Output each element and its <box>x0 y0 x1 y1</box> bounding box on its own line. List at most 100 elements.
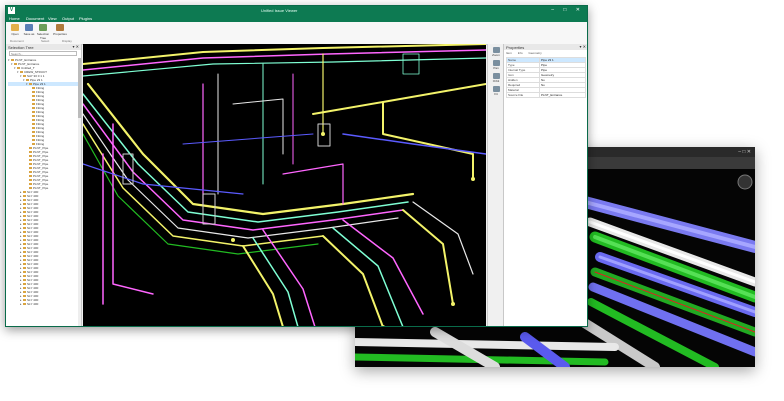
node-icon <box>32 143 35 146</box>
node-icon <box>23 211 26 214</box>
save-icon <box>25 24 33 31</box>
properties-button[interactable]: Properties <box>53 24 67 36</box>
node-icon <box>32 139 35 142</box>
pipe-model-render <box>83 44 486 326</box>
ribbon: Open Save as Selection Tree Properties D… <box>6 22 587 45</box>
node-icon <box>11 59 14 62</box>
ribbon-group-document: Document <box>10 39 24 43</box>
tree-row-label: SLY 400 <box>27 302 39 306</box>
node-icon <box>29 151 32 154</box>
node-icon <box>14 63 17 66</box>
node-icon <box>23 239 26 242</box>
properties-tabs: Item Info Geometry <box>506 51 547 55</box>
3d-viewport[interactable] <box>83 44 486 326</box>
node-icon <box>23 275 26 278</box>
node-icon <box>32 107 35 110</box>
selection-tree-panel: Selection Tree ▾ ✕ ▾PLNT_Entrance▾PLNT_E… <box>6 44 82 326</box>
fit-button[interactable]: Fit <box>490 86 502 96</box>
node-icon <box>23 191 26 194</box>
tab-item[interactable]: Item <box>506 51 512 55</box>
node-icon <box>32 115 35 118</box>
node-icon <box>32 95 35 98</box>
menu-plugins[interactable]: Plugins <box>79 16 92 21</box>
main-app-window: V Unified Issue Viewer – □ ✕ Home Docume… <box>5 5 588 327</box>
menu-view[interactable]: View <box>48 16 57 21</box>
node-icon <box>23 243 26 246</box>
tree-row[interactable]: ▸ SLY 400 <box>8 302 80 306</box>
titlebar: V Unified Issue Viewer – □ ✕ <box>6 6 587 15</box>
node-icon <box>23 295 26 298</box>
properties-controls[interactable]: ▾ ✕ <box>580 44 586 49</box>
node-icon <box>26 79 29 82</box>
node-icon <box>32 111 35 114</box>
node-icon <box>29 175 32 178</box>
node-icon <box>32 127 35 130</box>
node-icon <box>29 171 32 174</box>
node-icon <box>23 255 26 258</box>
open-button[interactable]: Open <box>8 24 22 36</box>
node-icon <box>23 287 26 290</box>
panel-controls[interactable]: ▾ ✕ <box>73 44 79 49</box>
properties-header: Properties ▾ ✕ <box>504 44 587 50</box>
ribbon-group-display: Display <box>62 39 72 43</box>
node-icon <box>23 195 26 198</box>
node-icon <box>29 147 32 150</box>
node-icon <box>23 259 26 262</box>
node-icon <box>23 75 26 78</box>
node-icon <box>23 279 26 282</box>
selection-tree-title: Selection Tree <box>8 45 34 50</box>
node-icon <box>23 251 26 254</box>
node-icon <box>29 187 32 190</box>
node-icon <box>32 123 35 126</box>
tree-scroll-thumb[interactable] <box>78 58 81 118</box>
node-icon <box>32 91 35 94</box>
menu-home[interactable]: Home <box>9 16 20 21</box>
node-icon <box>23 263 26 266</box>
property-key: Source File <box>506 92 540 98</box>
node-icon <box>23 267 26 270</box>
tab-geometry[interactable]: Geometry <box>529 51 542 55</box>
folder-icon <box>11 24 19 31</box>
node-icon <box>23 283 26 286</box>
node-icon <box>32 135 35 138</box>
node-icon <box>17 67 20 70</box>
selection-tree: ▾ PLNT_Entrance ▾ PLNT_Entrance ▾ Untitled_T ▾… <box>8 58 80 326</box>
node-icon <box>23 227 26 230</box>
node-icon <box>29 83 32 86</box>
window-controls[interactable]: – □ ✕ <box>551 7 584 13</box>
node-icon <box>29 167 32 170</box>
node-icon <box>32 103 35 106</box>
menu-document[interactable]: Document <box>26 16 44 21</box>
properties-icon <box>56 24 64 31</box>
menu-output[interactable]: Output <box>62 16 74 21</box>
node-icon <box>32 99 35 102</box>
tab-info[interactable]: Info <box>518 51 523 55</box>
node-icon <box>23 199 26 202</box>
node-icon <box>20 71 23 74</box>
node-icon <box>23 215 26 218</box>
node-icon <box>23 207 26 210</box>
node-icon <box>32 119 35 122</box>
node-icon <box>29 163 32 166</box>
view-cube-icon[interactable] <box>737 174 753 190</box>
node-icon <box>23 291 26 294</box>
tree-search-input[interactable] <box>9 51 77 56</box>
properties-table: Name Pipe 23 1 Type Pipe Internal Type Pipe Ic… <box>506 57 586 98</box>
property-row[interactable]: Source File PLNT_Entrance <box>506 92 586 98</box>
node-icon <box>23 299 26 302</box>
tree-scrollbar[interactable] <box>78 58 81 326</box>
node-icon <box>29 179 32 182</box>
node-icon <box>23 235 26 238</box>
node-icon <box>32 87 35 90</box>
orbit-button[interactable]: Orbit <box>490 73 502 83</box>
properties-title: Properties <box>506 45 525 50</box>
ribbon-group-select: Select <box>41 39 50 43</box>
node-icon <box>23 271 26 274</box>
node-icon <box>23 303 26 306</box>
save-as-button[interactable]: Save as <box>22 24 36 36</box>
zoom-button[interactable]: Zoom <box>490 47 502 57</box>
selection-tree-button[interactable]: Selection Tree <box>36 24 50 40</box>
pan-button[interactable]: Pan <box>490 60 502 70</box>
node-icon <box>23 203 26 206</box>
tree-icon <box>39 24 47 31</box>
